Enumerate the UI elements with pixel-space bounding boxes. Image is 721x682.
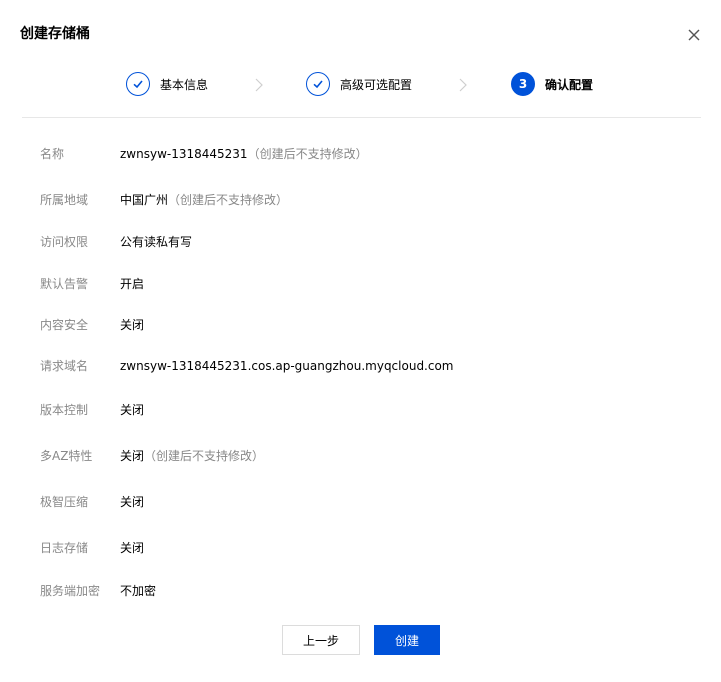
value-note: （创建后不支持修改） <box>168 193 289 207</box>
field-value: 关闭 <box>120 403 145 417</box>
value-note: （创建后不支持修改） <box>247 147 368 161</box>
step-label: 确认配置 <box>545 77 594 92</box>
step-label: 基本信息 <box>160 77 209 92</box>
field-value: 中国广州（创建后不支持修改） <box>120 190 288 210</box>
close-icon[interactable] <box>684 25 704 45</box>
field-value: 关闭 <box>120 495 145 509</box>
dialog-title: 创建存储桶 <box>20 26 90 42</box>
previous-step-button[interactable]: 上一步 <box>282 625 360 655</box>
field-label: 多AZ特性 <box>40 449 93 463</box>
field-label: 请求域名 <box>40 359 89 373</box>
step-label: 高级可选配置 <box>340 77 413 92</box>
value-note: （创建后不支持修改） <box>144 449 265 463</box>
field-label: 默认告警 <box>40 277 89 291</box>
field-label: 内容安全 <box>40 318 89 332</box>
field-value: 不加密 <box>120 584 157 598</box>
field-value: 公有读私有写 <box>120 235 193 249</box>
step-basic-info: 基本信息 <box>126 70 208 98</box>
chevron-right-icon <box>458 77 468 92</box>
step-advanced-config: 高级可选配置 <box>306 70 412 98</box>
field-label: 版本控制 <box>40 403 89 417</box>
field-label: 日志存储 <box>40 541 89 555</box>
field-value: zwnsyw-1318445231.cos.ap-guangzhou.myqcl… <box>120 359 454 373</box>
field-value: 关闭 <box>120 541 145 555</box>
create-button[interactable]: 创建 <box>374 625 440 655</box>
field-value: zwnsyw-1318445231（创建后不支持修改） <box>120 144 368 164</box>
field-label: 名称 <box>40 147 65 161</box>
field-label: 服务端加密 <box>40 584 101 598</box>
field-value: 关闭（创建后不支持修改） <box>120 446 264 466</box>
chevron-right-icon <box>254 77 264 92</box>
steps-bar: 基本信息 高级可选配置 3 确认配置 <box>0 70 721 98</box>
step-number-badge: 3 <box>511 72 535 96</box>
check-icon <box>306 72 330 96</box>
field-label: 极智压缩 <box>40 495 89 509</box>
create-bucket-dialog: 创建存储桶 基本信息 高级可选配置 3 确认配置 名称 zwnsyw-13184… <box>0 0 721 682</box>
value-text: 关闭 <box>120 449 145 463</box>
check-icon <box>126 72 150 96</box>
header-divider <box>22 117 701 118</box>
field-label: 访问权限 <box>40 235 89 249</box>
step-confirm-config: 3 确认配置 <box>511 70 593 98</box>
field-value: 开启 <box>120 277 145 291</box>
value-text: 中国广州 <box>120 193 169 207</box>
field-label: 所属地域 <box>40 193 89 207</box>
field-value: 关闭 <box>120 318 145 332</box>
value-text: zwnsyw-1318445231 <box>120 147 248 161</box>
